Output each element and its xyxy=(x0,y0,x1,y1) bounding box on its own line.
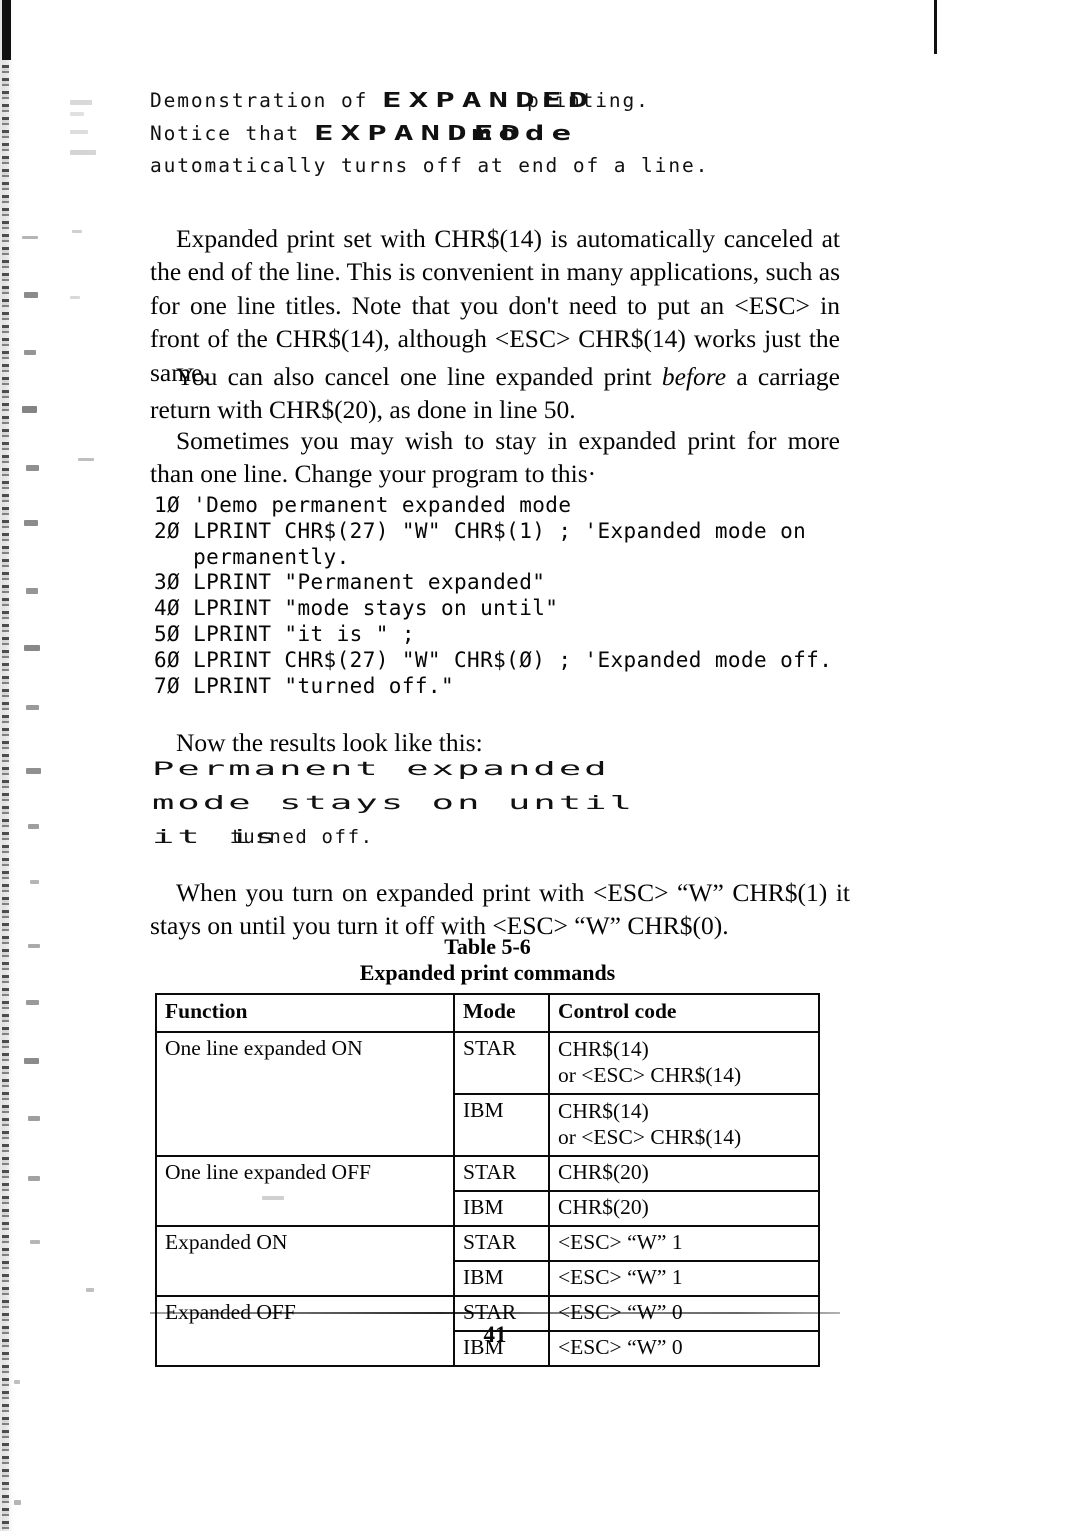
sample-line-3-expanded: it is xyxy=(152,826,305,848)
column-header-function: Function xyxy=(155,993,455,1033)
paragraph-stay-expanded: Sometimes you may wish to stay in expand… xyxy=(150,424,840,491)
printout-line-3: automatically turns off at end of a line… xyxy=(150,154,710,177)
printout-expanded-word-2: EXPANDED xyxy=(313,121,527,145)
table-row: One line expanded ON STAR CHR$(14) or <E… xyxy=(155,1031,820,1157)
sample-line-1: Permanent expanded xyxy=(152,758,610,780)
dot-matrix-printout-header: Demonstration of EXPANDED printing. Noti… xyxy=(150,84,910,182)
esc-token: <ESC> xyxy=(592,877,669,907)
printout-expanded-word-3: mode xyxy=(445,121,579,145)
cell-control-code: CHR$(20) xyxy=(548,1155,820,1192)
cell-function: One line expanded OFF xyxy=(155,1155,455,1227)
printout-line-1: Demonstration of EXPANDED printing. xyxy=(150,84,910,117)
printout-line-1-pre: Demonstration of xyxy=(150,89,382,112)
cell-mode: IBM xyxy=(453,1093,550,1157)
code-line-1: CHR$(14) xyxy=(558,1037,649,1061)
column-header-control-code: Control code xyxy=(548,993,820,1033)
table-body: One line expanded ON STAR CHR$(14) or <E… xyxy=(155,1031,820,1367)
para-2-text-a: You can also cancel one line expanded pr… xyxy=(176,361,662,391)
cell-control-code: <ESC> “W” 1 xyxy=(548,1260,820,1297)
esc-token: <ESC> xyxy=(581,1125,645,1149)
sample-line-3: it is turned off. xyxy=(152,820,912,854)
code-line-2: or <ESC> CHR$(14) xyxy=(558,1125,742,1149)
printout-line-2: Notice that EXPANDED mode xyxy=(150,117,910,150)
esc-token: <ESC> xyxy=(494,324,571,353)
code-line-2: or <ESC> CHR$(14) xyxy=(558,1063,742,1087)
table-header: Function Mode Control code xyxy=(155,993,820,1033)
table-row: One line expanded OFF STAR CHR$(20) xyxy=(155,1155,820,1227)
table-caption: Table 5-6 Expanded print commands xyxy=(155,934,820,986)
column-header-mode: Mode xyxy=(453,993,550,1033)
cell-function: Expanded ON xyxy=(155,1225,455,1297)
table-caption-number: Table 5-6 xyxy=(444,934,531,959)
para-3-text: Sometimes you may wish to stay in expand… xyxy=(150,425,840,489)
cell-mode: STAR xyxy=(453,1225,550,1262)
table-caption-title: Expanded print commands xyxy=(359,960,616,985)
cell-mode: STAR xyxy=(453,1031,550,1095)
code-line-1: CHR$(14) xyxy=(558,1099,649,1123)
para-5-text-a: When you turn on expanded print with xyxy=(176,877,593,907)
cell-mode: IBM xyxy=(453,1260,550,1297)
printout-expanded-word-1: EXPANDED xyxy=(381,88,595,112)
document-page: Demonstration of EXPANDED printing. Noti… xyxy=(0,0,1080,1531)
cell-control-code: CHR$(14) or <ESC> CHR$(14) xyxy=(548,1093,820,1157)
esc-token: <ESC> xyxy=(581,1063,645,1087)
cell-mode: STAR xyxy=(453,1155,550,1192)
esc-token: <ESC> xyxy=(558,1230,622,1254)
basic-code-listing: 1Ø 'Demo permanent expanded mode 2Ø LPRI… xyxy=(154,493,833,698)
cell-function: One line expanded ON xyxy=(155,1031,455,1157)
dot-matrix-printout-sample: Permanent expanded mode stays on until i… xyxy=(152,752,912,854)
para-2-emphasis: before xyxy=(661,361,727,391)
cell-control-code: CHR$(14) or <ESC> CHR$(14) xyxy=(548,1031,820,1095)
esc-token: <ESC> xyxy=(734,290,810,320)
sample-line-2: mode stays on until xyxy=(152,792,636,814)
esc-token: <ESC> xyxy=(558,1265,622,1289)
footer-rule xyxy=(150,1312,840,1314)
cell-control-code: <ESC> “W” 1 xyxy=(548,1225,820,1262)
table-header-row: Function Mode Control code xyxy=(155,993,820,1033)
table-row: Expanded ON STAR <ESC> “W” 1 xyxy=(155,1225,820,1297)
paragraph-cancel-before-cr: You can also cancel one line expanded pr… xyxy=(150,360,840,427)
page-number: 41 xyxy=(483,1322,507,1347)
expanded-print-commands-table: Function Mode Control code One line expa… xyxy=(155,993,820,1367)
cell-mode: IBM xyxy=(453,1190,550,1227)
cell-control-code: CHR$(20) xyxy=(548,1190,820,1227)
paragraph-esc-w-usage: When you turn on expanded print with <ES… xyxy=(150,876,850,943)
printout-line-2-pre: Notice that xyxy=(150,122,314,145)
